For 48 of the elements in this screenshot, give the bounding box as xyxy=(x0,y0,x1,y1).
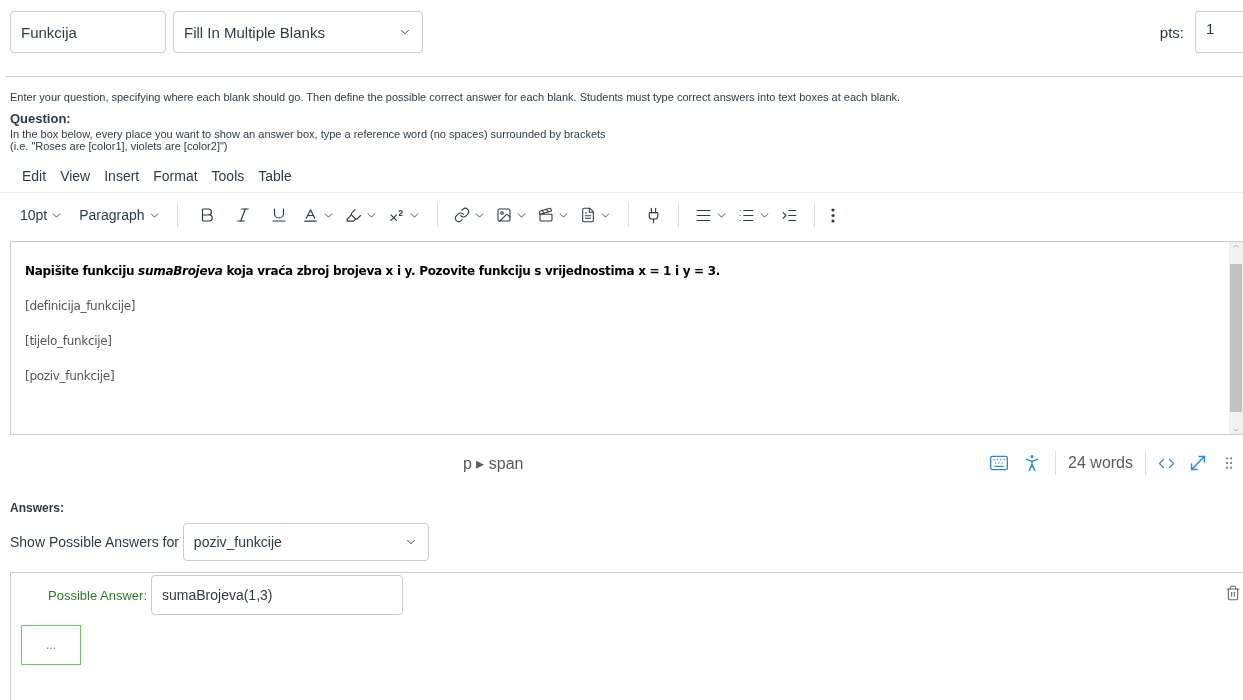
blank-select[interactable]: poziv_funkcije xyxy=(182,523,429,561)
more-icon xyxy=(830,207,835,223)
highlighter-button[interactable] xyxy=(344,206,378,224)
blank-placeholder: [definicija_funkcije] xyxy=(25,299,137,313)
delete-icon xyxy=(1225,585,1241,601)
menu-item[interactable]: Table xyxy=(258,168,292,184)
menu-item[interactable]: Tools xyxy=(211,168,245,184)
question-heading: Question: xyxy=(10,111,72,126)
instructions-text: Enter your question, specifying where each blank should go. Then define the possible correct answer for each blank. Students must type correct answers into text boxes at each blank. xyxy=(10,91,902,103)
menu-item[interactable]: View xyxy=(60,168,91,184)
hint-text: (i.e. "Roses are [color1], violets are [color2]") xyxy=(10,140,229,152)
image-button[interactable] xyxy=(495,207,528,223)
more-button[interactable] xyxy=(830,207,835,223)
highlighter-icon xyxy=(344,206,362,224)
document-button[interactable] xyxy=(579,207,612,223)
question-text: Napišite funkciju sumaBrojeva koja vraća zbroj brojeva x i y. Pozovite funkciju s vrijednostima x = 1 i y = 3. xyxy=(25,264,722,278)
menu-item[interactable]: Format xyxy=(153,168,198,184)
media-icon xyxy=(537,207,554,223)
text-color-icon xyxy=(301,206,319,224)
blank-select-label: Show Possible Answers for xyxy=(10,534,179,550)
question-name-field[interactable]: Funkcija xyxy=(10,11,166,53)
blank-placeholder: [tijelo_funkcije] xyxy=(25,334,113,348)
image-icon xyxy=(495,207,512,223)
menu-item[interactable]: Insert xyxy=(104,168,140,184)
keyboard-icon xyxy=(989,453,1010,473)
element-path[interactable]: p ▸ span xyxy=(463,453,524,473)
question-type-select[interactable]: Fill In Multiple Blanks xyxy=(173,11,423,53)
editor-area[interactable]: Napišite funkciju sumaBrojeva koja vraća zbroj brojeva x i y. Pozovite funkciju s vrijednostima x = 1 i y = 3. [definicija_funkcije] [tijelo_funkcije] [poziv_funkcije] xyxy=(10,241,1243,435)
scrollbar-thumb[interactable] xyxy=(1230,264,1242,412)
font-size-dropdown[interactable]: 10pt xyxy=(20,207,64,223)
link-icon xyxy=(453,207,470,223)
points-field[interactable]: 1 xyxy=(1195,11,1243,53)
hint-text: In the box below, every place you want to show an answer box, type a reference word (no spaces) surrounded by brackets xyxy=(10,128,607,140)
possible-answer-field[interactable]: sumaBrojeva(1,3) xyxy=(151,575,403,615)
document-icon xyxy=(579,207,596,223)
block-format-dropdown[interactable]: Paragraph xyxy=(79,207,161,223)
word-count: 24 words xyxy=(1068,454,1133,472)
points-label: pts: xyxy=(1159,23,1184,41)
more-options-button[interactable]: ... xyxy=(21,625,81,665)
text-color-button[interactable] xyxy=(301,206,335,224)
scroll-down-icon xyxy=(1232,426,1240,434)
blank-placeholder: [poziv_funkcije] xyxy=(25,369,116,383)
media-button[interactable] xyxy=(537,207,570,223)
answers-heading: Answers: xyxy=(10,501,66,515)
link-button[interactable] xyxy=(453,207,486,223)
menu-item[interactable]: Edit xyxy=(22,168,47,184)
possible-answer-label: Possible Answer: xyxy=(48,587,147,603)
scroll-up-icon xyxy=(1232,242,1240,250)
